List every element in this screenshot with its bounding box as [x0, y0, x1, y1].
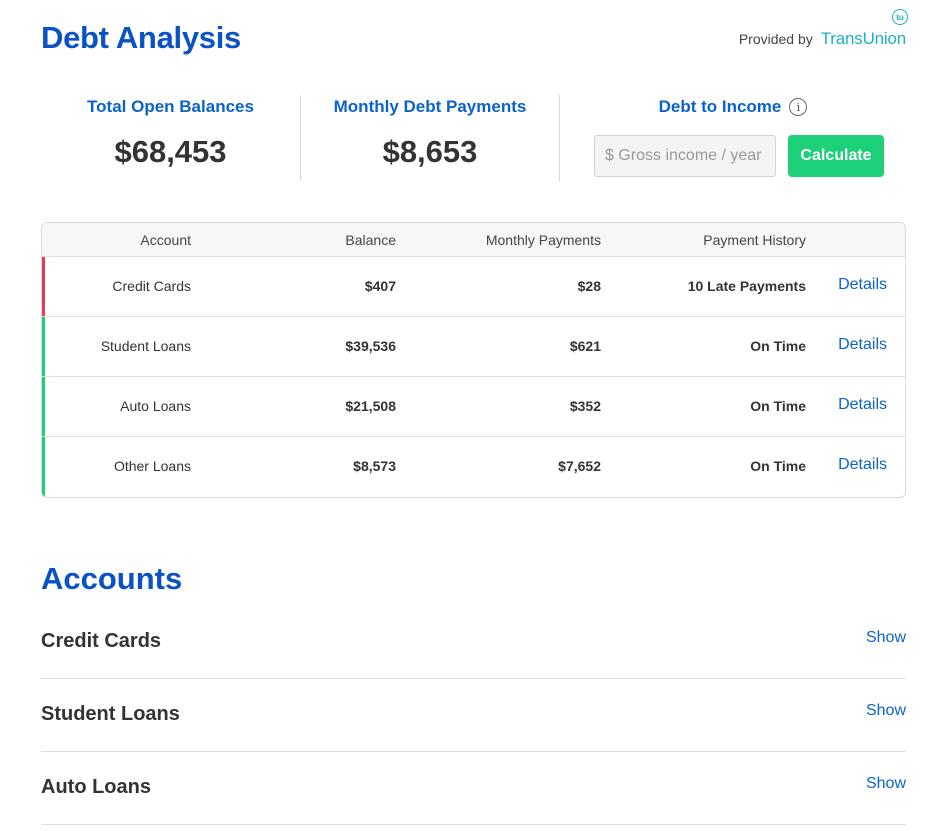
- status-indicator: [42, 317, 45, 376]
- info-icon[interactable]: i: [789, 98, 808, 116]
- page-header: Debt Analysis Provided by TransUnion tu: [41, 9, 908, 62]
- stat-label: Monthly Debt Payments: [333, 97, 527, 116]
- monthly-payment-cell: $621: [569, 338, 601, 354]
- table-row: Other Loans $8,573 $7,652 On Time Detail…: [42, 437, 905, 497]
- status-indicator: [42, 377, 45, 436]
- column-header-balance: Balance: [345, 232, 396, 248]
- stat-value: $68,453: [114, 134, 227, 169]
- details-link[interactable]: Details: [838, 276, 887, 294]
- transunion-wordmark: TransUnion: [820, 29, 906, 48]
- monthly-payment-cell: $28: [577, 278, 601, 294]
- status-indicator: [42, 257, 45, 316]
- debt-table: Account Balance Monthly Payments Payment…: [41, 222, 906, 498]
- details-link[interactable]: Details: [838, 456, 887, 474]
- transunion-mark-icon: tu: [892, 9, 908, 25]
- monthly-payment-cell: $352: [569, 398, 601, 414]
- stat-label: Debt to Income: [658, 97, 782, 116]
- details-link[interactable]: Details: [838, 336, 887, 354]
- show-link[interactable]: Show: [866, 775, 906, 793]
- list-item: Auto Loans Show: [41, 752, 906, 825]
- provider-credit: Provided by TransUnion tu: [738, 9, 908, 50]
- stat-label: Total Open Balances: [87, 97, 254, 116]
- balance-cell: $21,508: [345, 398, 396, 414]
- balance-cell: $39,536: [345, 338, 396, 354]
- table-row: Auto Loans $21,508 $352 On Time Details: [42, 377, 905, 437]
- balance-cell: $8,573: [353, 458, 396, 474]
- account-category-name: Student Loans: [41, 703, 180, 725]
- calculate-button[interactable]: Calculate: [788, 135, 884, 177]
- list-item: Credit Cards Show: [41, 606, 906, 679]
- payment-history-cell: On Time: [750, 398, 806, 414]
- account-cell: Credit Cards: [112, 278, 191, 294]
- payment-history-cell: On Time: [750, 458, 806, 474]
- details-link[interactable]: Details: [838, 396, 887, 414]
- column-header-monthly-payments: Monthly Payments: [485, 232, 601, 248]
- account-cell: Other Loans: [113, 458, 191, 474]
- transunion-logo: TransUnion tu: [820, 9, 908, 50]
- debt-to-income-stat: Debt to Income i Calculate: [559, 95, 906, 181]
- payment-history-cell: On Time: [750, 338, 806, 354]
- accounts-section-title: Accounts: [41, 561, 183, 596]
- debt-to-income-form: Calculate: [594, 135, 884, 177]
- gross-income-input[interactable]: [594, 135, 776, 177]
- summary-panel: Total Open Balances $68,453 Monthly Debt…: [41, 95, 906, 181]
- page-title: Debt Analysis: [41, 20, 241, 55]
- account-category-name: Credit Cards: [41, 630, 162, 652]
- table-header: Account Balance Monthly Payments Payment…: [42, 223, 905, 257]
- payment-history-cell: 10 Late Payments: [687, 278, 806, 294]
- total-open-balances-stat: Total Open Balances $68,453: [41, 95, 300, 181]
- status-indicator: [42, 437, 45, 497]
- table-row: Credit Cards $407 $28 10 Late Payments D…: [42, 257, 905, 317]
- debt-to-income-header: Debt to Income i: [560, 97, 906, 117]
- provided-by-label: Provided by: [738, 31, 813, 47]
- column-header-account: Account: [140, 232, 191, 248]
- show-link[interactable]: Show: [866, 629, 906, 647]
- account-cell: Auto Loans: [120, 398, 191, 414]
- stat-value: $8,653: [382, 134, 478, 169]
- account-category-name: Auto Loans: [41, 776, 151, 798]
- table-row: Student Loans $39,536 $621 On Time Detai…: [42, 317, 905, 377]
- balance-cell: $407: [364, 278, 396, 294]
- account-cell: Student Loans: [100, 338, 191, 354]
- monthly-payment-cell: $7,652: [558, 458, 601, 474]
- column-header-payment-history: Payment History: [703, 232, 806, 248]
- monthly-debt-payments-stat: Monthly Debt Payments $8,653: [300, 95, 559, 181]
- list-item: Student Loans Show: [41, 679, 906, 752]
- show-link[interactable]: Show: [866, 702, 906, 720]
- accounts-list: Credit Cards Show Student Loans Show Aut…: [41, 606, 906, 825]
